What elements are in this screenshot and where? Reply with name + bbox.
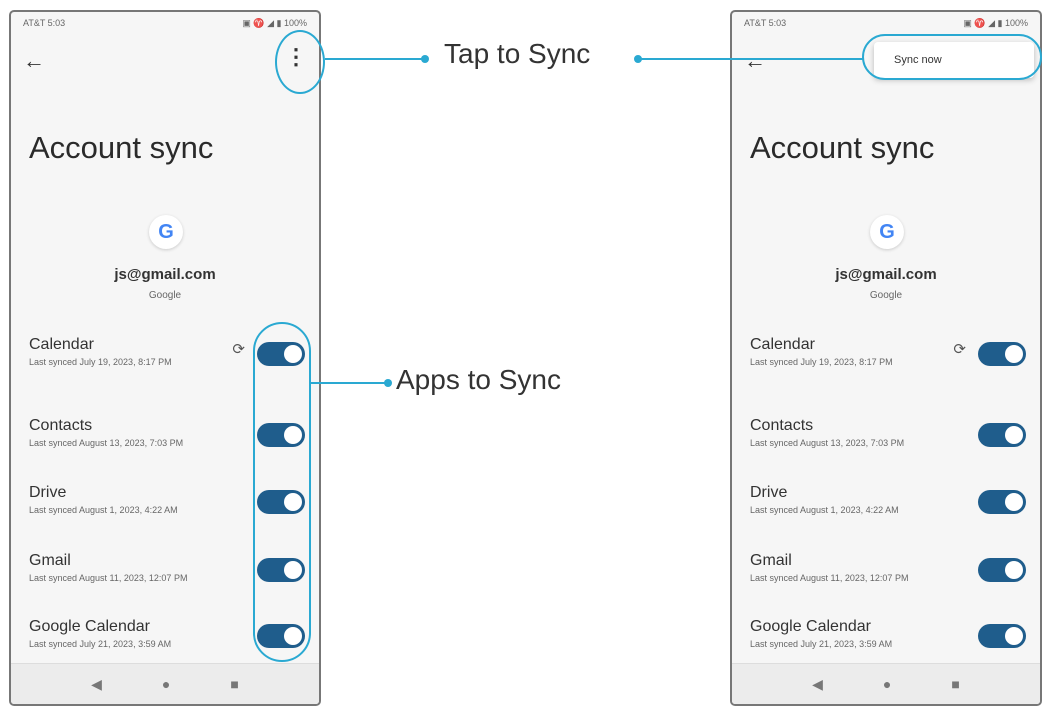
phone-screen-right: AT&T 5:03 ▣ ♈ ◢ ▮ 100% ← Sync now Accoun… xyxy=(730,10,1042,706)
status-bar: AT&T 5:03 ▣ ♈ ◢ ▮ 100% xyxy=(744,18,1028,32)
sync-item-drive[interactable]: Drive Last synced August 1, 2023, 4:22 A… xyxy=(750,484,1028,534)
toggle-knob xyxy=(1005,561,1023,579)
arrow-left-icon[interactable]: ← xyxy=(744,48,766,74)
apps-to-sync-line xyxy=(311,382,387,384)
toggle-knob xyxy=(1005,493,1023,511)
sync-item-last-synced: Last synced July 21, 2023, 3:59 AM xyxy=(750,639,893,649)
callout-dot xyxy=(384,379,392,387)
nav-back-icon[interactable]: ◀ xyxy=(812,676,823,693)
sync-item-google-calendar[interactable]: Google Calendar Last synced July 21, 202… xyxy=(750,618,1028,668)
sync-icon: ⟳ xyxy=(232,341,245,358)
toggle-knob xyxy=(1005,345,1023,363)
sync-item-last-synced: Last synced August 1, 2023, 4:22 AM xyxy=(29,505,178,515)
sync-item-last-synced: Last synced July 19, 2023, 8:17 PM xyxy=(29,357,172,367)
sync-item-last-synced: Last synced August 11, 2023, 12:07 PM xyxy=(29,573,188,583)
google-logo-icon: G xyxy=(870,215,904,249)
carrier-time: AT&T 5:03 xyxy=(23,18,66,28)
account-type: Google xyxy=(869,290,903,301)
system-nav-bar: ◀ ● ■ xyxy=(11,663,319,704)
toggles-highlight xyxy=(253,322,311,662)
sync-icon: ⟳ xyxy=(953,341,966,358)
toggle-knob xyxy=(1005,426,1023,444)
arrow-left-icon[interactable]: ← xyxy=(23,48,45,74)
sync-item-gmail[interactable]: Gmail Last synced August 11, 2023, 12:07… xyxy=(750,552,1028,602)
sync-toggle[interactable] xyxy=(978,490,1026,514)
sync-toggle[interactable] xyxy=(978,624,1026,648)
status-bar: AT&T 5:03 ▣ ♈ ◢ ▮ 100% xyxy=(23,18,307,32)
account-type: Google xyxy=(148,290,182,301)
callout-dot xyxy=(421,55,429,63)
sync-item-last-synced: Last synced July 21, 2023, 3:59 AM xyxy=(29,639,172,649)
sync-toggle[interactable] xyxy=(978,342,1026,366)
tap-to-sync-line-right xyxy=(640,58,864,60)
sync-item-contacts[interactable]: Contacts Last synced August 13, 2023, 7:… xyxy=(750,417,1028,467)
sync-item-last-synced: Last synced August 13, 2023, 7:03 PM xyxy=(750,438,905,448)
nav-home-icon[interactable]: ● xyxy=(162,676,170,692)
system-nav-bar: ◀ ● ■ xyxy=(732,663,1040,704)
nav-home-icon[interactable]: ● xyxy=(883,676,891,692)
sync-item-last-synced: Last synced August 11, 2023, 12:07 PM xyxy=(750,573,909,583)
menu-highlight-circle xyxy=(275,30,325,94)
tap-to-sync-label: Tap to Sync xyxy=(444,38,591,69)
account-email: js@gmail.com xyxy=(114,266,216,283)
nav-recents-icon[interactable]: ■ xyxy=(230,676,238,692)
status-icons: ▣ ♈ ◢ ▮ 100% xyxy=(963,18,1028,28)
tap-to-sync-line-left xyxy=(325,58,425,60)
carrier-time: AT&T 5:03 xyxy=(744,18,787,28)
nav-back-icon[interactable]: ◀ xyxy=(91,676,102,693)
toggle-knob xyxy=(1005,627,1023,645)
page-title: Account sync xyxy=(750,130,935,165)
sync-item-last-synced: Last synced July 19, 2023, 8:17 PM xyxy=(750,357,893,367)
sync-now-highlight xyxy=(862,34,1042,80)
apps-to-sync-label: Apps to Sync xyxy=(396,364,561,395)
sync-item-last-synced: Last synced August 1, 2023, 4:22 AM xyxy=(750,505,899,515)
sync-toggle[interactable] xyxy=(978,423,1026,447)
sync-item-last-synced: Last synced August 13, 2023, 7:03 PM xyxy=(29,438,184,448)
nav-recents-icon[interactable]: ■ xyxy=(951,676,959,692)
page-title: Account sync xyxy=(29,130,214,165)
google-logo-icon: G xyxy=(149,215,183,249)
account-email: js@gmail.com xyxy=(835,266,937,283)
sync-toggle[interactable] xyxy=(978,558,1026,582)
sync-item-calendar[interactable]: Calendar Last synced July 19, 2023, 8:17… xyxy=(750,336,1028,386)
